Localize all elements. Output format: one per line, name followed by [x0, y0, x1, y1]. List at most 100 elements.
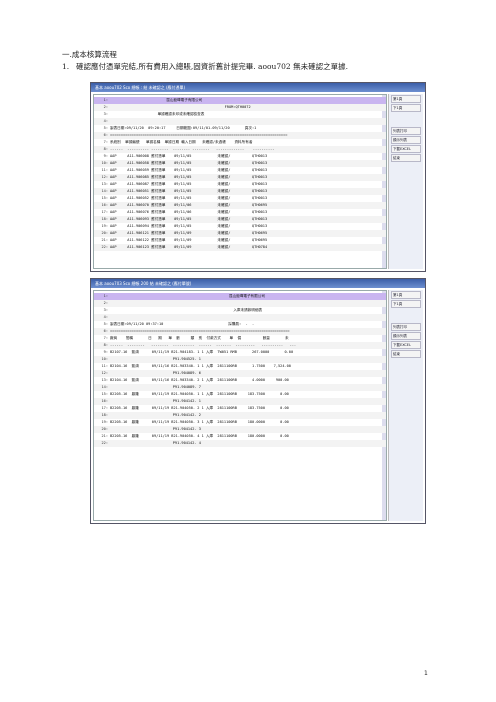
line-text: 入庫未請款明細表 — [110, 308, 263, 312]
line-number: 12: — [101, 175, 109, 179]
line-number: 7: — [103, 336, 108, 340]
line-number: 19: — [101, 224, 109, 228]
sidebar-button[interactable]: 第1頁 — [391, 95, 421, 103]
line-text: P91-904089- 7 — [110, 385, 201, 389]
line-number: 12: — [101, 371, 109, 375]
report-line: 8: ------ -------- -------- ---------- --… — [94, 342, 386, 349]
line-text: AAP A11-906076 應付憑單 09/11/06 未確認/ QTH001… — [110, 210, 268, 214]
line-number: 22: — [101, 245, 109, 249]
report-line: 18: P91-904142- 2 — [94, 412, 386, 419]
report-line: 13: B2104-16 凱鴻 09/11/16 B21-903340- 2 1 … — [94, 377, 386, 384]
line-text: B2104-16 凱鴻 09/11/16 B21-903340- 2 1 入庫 … — [110, 378, 289, 382]
sidebar-button[interactable]: 列表打印 — [391, 127, 421, 135]
report-line: 16: P91-904142- 1 — [94, 398, 386, 405]
sidebar-button[interactable]: 結束 — [391, 350, 421, 358]
sidebar-button[interactable]: 下1頁 — [391, 104, 421, 112]
line-number: 3: — [103, 112, 108, 116]
line-number: 15: — [101, 196, 109, 200]
line-number: 9: — [103, 350, 108, 354]
line-text: ------ ---------- -------- -------- ----… — [110, 147, 275, 151]
line-text: ========================================… — [110, 329, 290, 333]
report-line: 5: 製表日期:09/11/20 09:20:17 日期範圍:09/11/01-0… — [94, 125, 386, 132]
line-number: 2: — [103, 105, 108, 109]
report-line: 17: AAP A11-906076 應付憑單 09/11/06 未確認/ QTH… — [94, 209, 386, 216]
report-screen: 1: 昆山鉅瑋電子有限公司 2: FROM:QTH0072 3: 單據確認未印或未確… — [93, 94, 387, 269]
line-text: P91-904142- 2 — [110, 413, 201, 417]
sidebar-button[interactable]: 下1頁 — [391, 300, 421, 308]
screenshot-window-aoou702: 基本 aoou702 Sco 總帳 : 結 未確認之 (應付憑單) 1: 昆山鉅… — [90, 82, 426, 272]
window-title: 基本 aoou703 Sco 總帳 200 結 未確認之 (應付單號) — [91, 279, 425, 288]
report-line: 9: AAP A11-906008 應付憑單 09/11/05 未確認/ QTH0… — [94, 153, 386, 160]
line-number: 20: — [101, 231, 109, 235]
line-text: ------ -------- -------- ---------- ----… — [110, 343, 297, 347]
line-number: 9: — [103, 154, 108, 158]
sidebar-button[interactable]: 顯示列表 — [391, 136, 421, 144]
line-number: 19: — [101, 420, 109, 424]
report-line: 20: P91-904142- 3 — [94, 426, 386, 433]
line-number: 13: — [101, 182, 109, 186]
line-text: AAP A11-906052 應付憑單 09/11/05 未確認/ QTH001… — [110, 196, 268, 200]
line-number: 6: — [103, 329, 108, 333]
line-number: 14: — [101, 385, 109, 389]
line-text: 系統別 單據編號 單據名稱 單據日期 輸入日期 未確認/未過帳 資料所有者 — [110, 140, 253, 144]
report-line: 3: 入庫未請款明細表 — [94, 307, 386, 314]
page-number: 1 — [424, 670, 428, 677]
line-number: 21: — [101, 434, 109, 438]
line-text: 昆山鉅瑋電子有限公司 — [110, 294, 265, 298]
report-line: 16: AAP A11-906070 應付憑單 09/11/06 未確認/ QTH… — [94, 202, 386, 209]
line-number: 10: — [101, 161, 109, 165]
line-text: P91-904142- 1 — [110, 399, 201, 403]
line-number: 20: — [101, 427, 109, 431]
line-text: 昆山鉅瑋電子有限公司 — [110, 98, 203, 102]
line-text: AAP A11-906093 應付憑單 09/11/05 未確認/ QTH001… — [110, 217, 268, 221]
report-screen: 1: 昆山鉅瑋電子有限公司 2: 3: 入庫未請款明細表 4: 5: 製表日期:09/11… — [93, 290, 387, 521]
line-text: AAP A11-906059 應付憑單 09/11/05 未確認/ QTH001… — [110, 168, 268, 172]
line-text: 製表日期:09/11/20 09:37:10 採購員: - - — [110, 322, 255, 326]
line-text: P91-904089- 6 — [110, 371, 201, 375]
line-number: 8: — [103, 343, 108, 347]
report-line: 6: ======================================… — [94, 328, 386, 335]
report-line: 5: 製表日期:09/11/20 09:37:10 採購員: - - — [94, 321, 386, 328]
sidebar-button[interactable]: 列表打印 — [391, 323, 421, 331]
report-line: 3: 單據確認未印或未確認檢查表 — [94, 111, 386, 118]
line-number: 18: — [101, 413, 109, 417]
report-line: 7: 廠商 簡稱 日 期 單 數 類 別 付款方式 單 價 數量 未 — [94, 335, 386, 342]
sidebar-button[interactable]: 下載EXCEL — [391, 341, 421, 349]
report-line: 19: B2205-16 鼎隆 09/11/19 B21-904050- 3 1 … — [94, 419, 386, 426]
line-text: B2205-16 鼎隆 09/11/19 B21-904050- 1 1 入庫 … — [110, 392, 289, 396]
report-line: 6: ======================================… — [94, 132, 386, 139]
line-text: AAP A11-906051 應付憑單 09/11/05 未確認/ QTH001… — [110, 189, 268, 193]
report-line: 1: 昆山鉅瑋電子有限公司 — [94, 293, 386, 300]
sidebar: 第1頁 下1頁列表打印 顯示列表 下載EXCEL 結束 — [388, 290, 423, 521]
report-line: 1: 昆山鉅瑋電子有限公司 — [94, 97, 386, 104]
line-text: AAP A11-906094 應付憑單 09/11/05 未確認/ QTH001… — [110, 224, 268, 228]
report-line: 19: AAP A11-906094 應付憑單 09/11/05 未確認/ QTH… — [94, 223, 386, 230]
line-text: AAP A11-906085 應付憑單 09/11/05 未確認/ QTH001… — [110, 175, 268, 179]
doc-heading: 一.成本核算流程 — [62, 50, 117, 59]
report-line: 12: P91-904089- 6 — [94, 370, 386, 377]
report-line: 7: 系統別 單據編號 單據名稱 單據日期 輸入日期 未確認/未過帳 資料所有者 — [94, 139, 386, 146]
sidebar-button[interactable]: 第1頁 — [391, 291, 421, 299]
line-number: 4: — [103, 315, 108, 319]
line-text: AAP A11-906008 應付憑單 09/11/05 未確認/ QTH001… — [110, 154, 268, 158]
report-line: 21: AAP A11-906122 應付憑單 09/11/09 未確認/ QTH… — [94, 237, 386, 244]
window-title: 基本 aoou702 Sco 總帳 : 結 未確認之 (應付憑單) — [91, 83, 425, 92]
line-text: B2104-16 凱鴻 09/11/16 B21-903340- 1 1 入庫 … — [110, 364, 291, 368]
step-text: 確認應付憑單完結,所有費用入總賬,固資折舊計提完畢. aoou702 無未確認之… — [76, 62, 348, 71]
sidebar-button[interactable]: 結束 — [391, 154, 421, 162]
line-number: 11: — [101, 168, 109, 172]
sidebar: 第1頁 下1頁列表打印 顯示列表 下載EXCEL 結束 — [388, 94, 423, 269]
line-number: 5: — [103, 322, 108, 326]
report-line: 11: AAP A11-906059 應付憑單 09/11/05 未確認/ QTH… — [94, 167, 386, 174]
line-text: AAP A11-906122 應付憑單 09/11/09 未確認/ QTH069… — [110, 238, 268, 242]
line-text: 製表日期:09/11/20 09:20:17 日期範圍:09/11/01-09/… — [110, 126, 257, 130]
sidebar-button[interactable]: 顯示列表 — [391, 332, 421, 340]
line-text: 廠商 簡稱 日 期 單 數 類 別 付款方式 單 價 數量 未 — [110, 336, 289, 340]
report-line: 9: B2107-16 凱鴻 09/11/19 B21-904183- 1 1 入… — [94, 349, 386, 356]
line-number: 16: — [101, 399, 109, 403]
line-text: P91-904142- 4 — [110, 441, 201, 445]
report-line: 22: AAP A11-906123 應付憑單 09/11/09 未確認/ QTH… — [94, 244, 386, 251]
sidebar-button[interactable]: 下載EXCEL — [391, 145, 421, 153]
report-line: 4: — [94, 118, 386, 125]
